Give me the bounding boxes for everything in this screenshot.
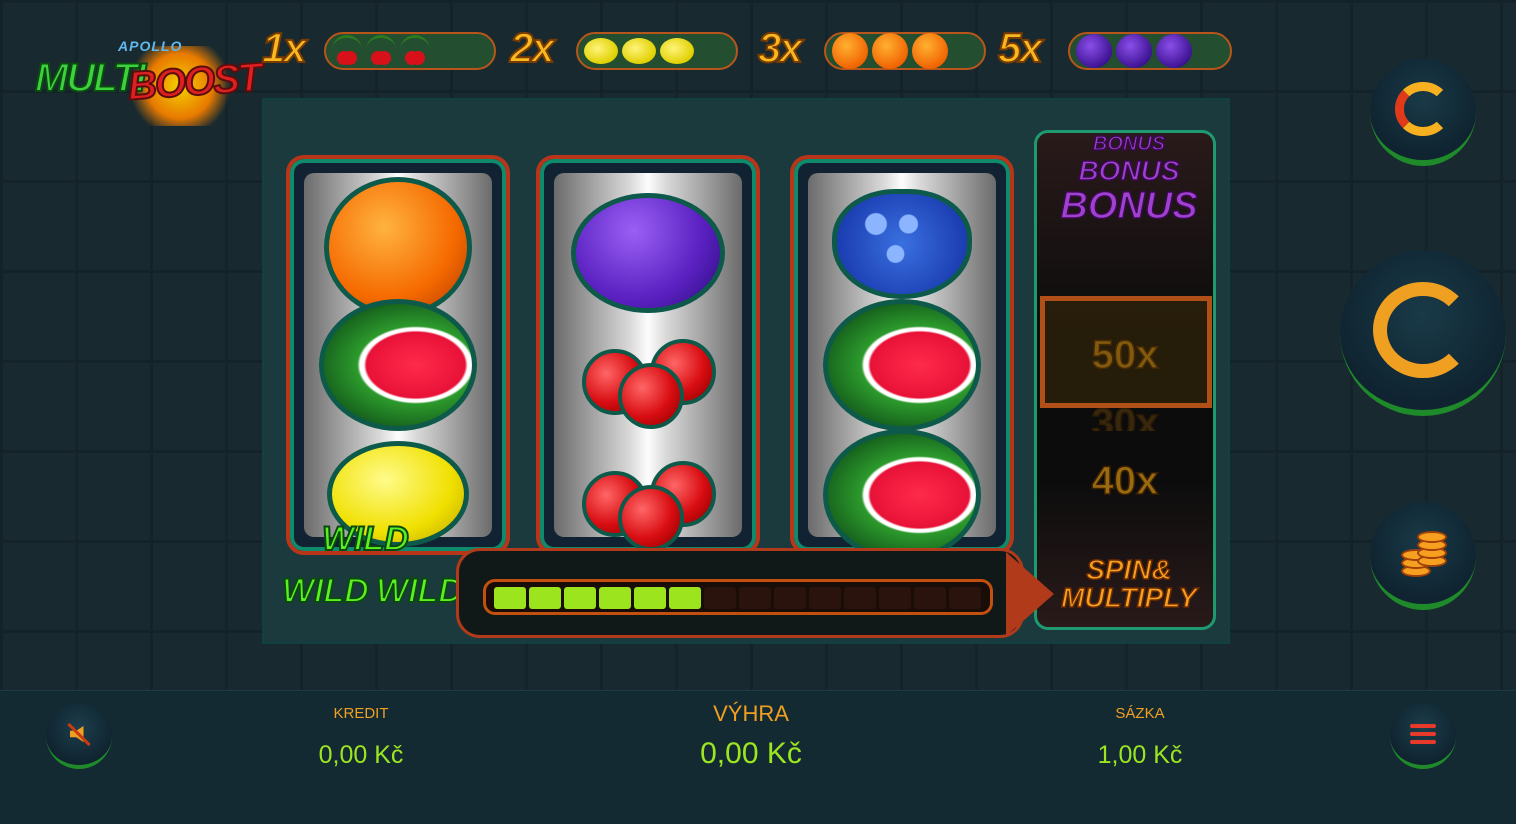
credit-value: 0,00 Kč — [318, 741, 404, 769]
menu-button[interactable] — [1390, 703, 1456, 769]
watermelon-icon — [823, 299, 981, 431]
bet-coins-icon — [1401, 531, 1447, 577]
watermelon-icon — [823, 429, 981, 561]
cherry-icon — [578, 313, 718, 429]
grape-icon — [832, 189, 972, 299]
credit-label: KREDIT — [333, 705, 389, 722]
paytable-symbols — [824, 32, 986, 70]
reel-3 — [790, 155, 1014, 561]
win-label: VÝHRA — [713, 701, 789, 726]
wild-progress-frame — [456, 548, 1024, 638]
autoplay-icon — [1395, 82, 1451, 136]
wild-text: WILD — [321, 519, 410, 559]
bet-label: SÁZKA — [1115, 705, 1165, 722]
lemon-icon — [660, 38, 694, 64]
spin-button[interactable] — [1340, 250, 1506, 416]
wild-badge: WILD WILD WILD — [276, 519, 466, 640]
orange-icon — [832, 33, 868, 69]
bet-button[interactable] — [1370, 502, 1476, 610]
paytable-plum: 5x — [997, 23, 1234, 72]
slot-machine: BONUS BONUS BONUS 50x 30x 40x SPIN& MULT… — [262, 98, 1230, 644]
bonus-selection-frame — [1040, 296, 1212, 408]
paytable-orange: 3x — [757, 23, 988, 72]
cherry-icon — [366, 34, 396, 68]
paytable-multiplier: 1x — [261, 23, 308, 72]
logo-apollo: APOLLO — [118, 38, 183, 54]
wild-text: WILD — [281, 571, 370, 611]
paytable-multiplier: 2x — [509, 23, 556, 72]
progress-segment — [669, 587, 701, 609]
progress-segment — [914, 587, 946, 609]
progress-segment — [599, 587, 631, 609]
bottom-bar: KREDIT 0,00 Kč VÝHRA 0,00 Kč SÁZKA 1,00 … — [0, 690, 1516, 824]
game-logo: APOLLO MULTI BOOST — [30, 38, 263, 133]
orange-icon — [324, 177, 472, 317]
lemon-icon — [584, 38, 618, 64]
reel-window — [808, 173, 996, 561]
lemon-icon — [622, 38, 656, 64]
reel-window — [304, 173, 492, 547]
paytable-symbols — [576, 32, 738, 70]
progress-segment — [704, 587, 736, 609]
spin-icon — [1373, 282, 1473, 378]
paytable-symbols — [1068, 32, 1232, 70]
bonus-title: BONUS — [1092, 132, 1166, 156]
reel-window — [554, 173, 742, 551]
progress-segment — [634, 587, 666, 609]
paytable-cherry: 1x — [261, 23, 497, 72]
progress-segment — [774, 587, 806, 609]
progress-segment — [739, 587, 771, 609]
cherry-icon — [332, 34, 362, 68]
progress-segment — [564, 587, 596, 609]
logo-boost: BOOST — [126, 54, 263, 109]
plum-icon — [1156, 34, 1192, 68]
progress-segment — [529, 587, 561, 609]
sound-toggle-button[interactable] — [46, 703, 112, 769]
orange-icon — [872, 33, 908, 69]
plum-icon — [1076, 34, 1112, 68]
paytable-multiplier: 3x — [757, 23, 804, 72]
progress-segment — [879, 587, 911, 609]
bonus-title: BONUS — [1078, 154, 1181, 187]
plum-icon — [571, 193, 725, 313]
spin-multiply-label: SPIN& MULTIPLY — [1060, 554, 1197, 613]
progress-segment — [494, 587, 526, 609]
bet-value: 1,00 Kč — [1097, 741, 1183, 769]
reel-2 — [536, 155, 760, 555]
progress-arrow — [1006, 552, 1054, 636]
bonus-multiplier: 40x — [1091, 458, 1159, 504]
wild-progress-bar — [483, 579, 993, 615]
paytable-symbols — [324, 32, 496, 70]
progress-segment — [844, 587, 876, 609]
menu-icon — [1410, 724, 1436, 744]
win-value: 0,00 Kč — [700, 737, 802, 770]
plum-icon — [1116, 34, 1152, 68]
paytable-multiplier: 5x — [997, 23, 1044, 72]
wild-text: WILD — [375, 571, 464, 611]
cherry-icon — [400, 34, 430, 68]
watermelon-icon — [319, 299, 477, 431]
autoplay-button[interactable] — [1370, 58, 1476, 166]
orange-icon — [912, 33, 948, 69]
bonus-title: BONUS — [1060, 184, 1199, 228]
paytable-lemon: 2x — [509, 23, 740, 72]
progress-segment — [949, 587, 981, 609]
cherry-icon — [578, 435, 718, 551]
reel-1 — [286, 155, 510, 555]
progress-segment — [809, 587, 841, 609]
